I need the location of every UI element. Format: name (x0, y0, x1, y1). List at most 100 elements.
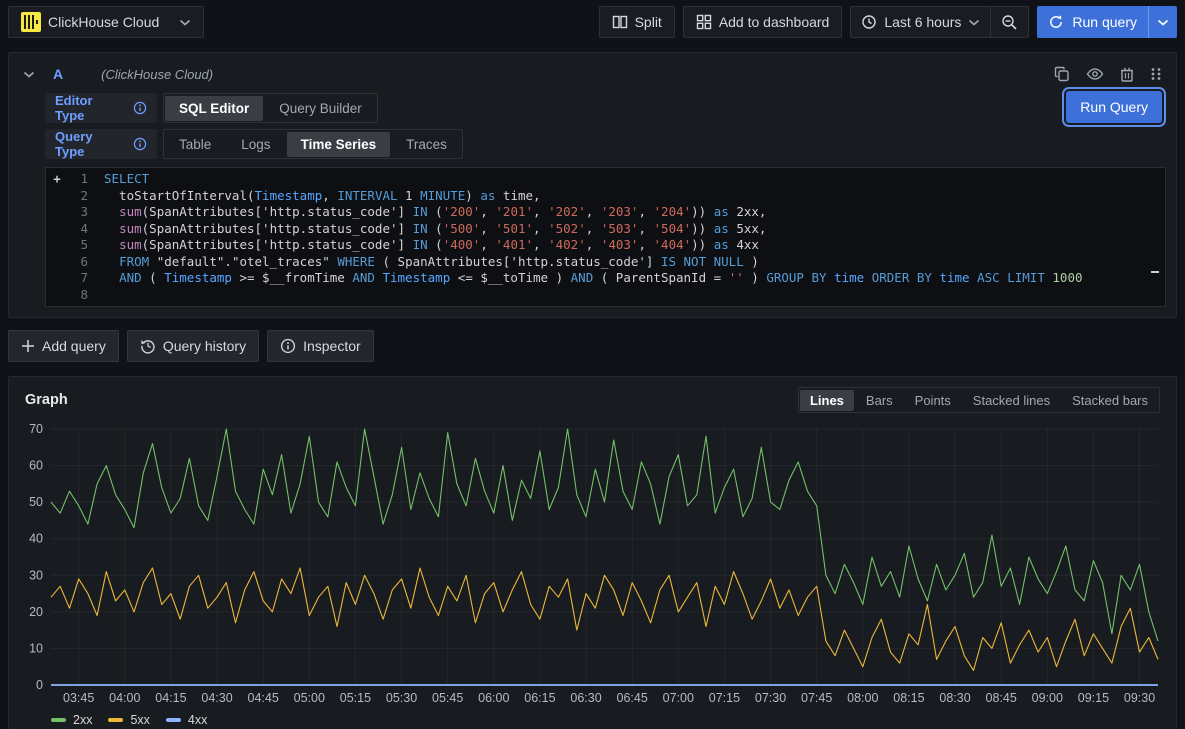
svg-text:60: 60 (29, 459, 43, 473)
legend-label: 5xx (130, 713, 149, 727)
svg-text:10: 10 (29, 641, 43, 655)
split-button[interactable]: Split (599, 6, 675, 38)
clickhouse-logo-icon (21, 12, 41, 32)
button-label: Query history (163, 338, 246, 354)
time-range-picker[interactable]: Last 6 hours (851, 7, 990, 37)
chart-legend: 2xx 5xx 4xx (17, 711, 1168, 727)
time-range-label: Last 6 hours (884, 14, 961, 30)
add-query-button[interactable]: Add query (8, 330, 119, 362)
svg-text:70: 70 (29, 422, 43, 436)
option-query-builder[interactable]: Query Builder (265, 96, 376, 121)
datasource-label: ClickHouse Cloud (48, 14, 159, 30)
graph-panel-title: Graph (25, 392, 68, 408)
legend-color-pill (166, 718, 181, 722)
info-icon[interactable] (133, 137, 147, 151)
datasource-picker[interactable]: ClickHouse Cloud (8, 6, 204, 38)
add-to-dashboard-button[interactable]: Add to dashboard (683, 6, 843, 38)
option-lines[interactable]: Lines (800, 390, 854, 411)
svg-text:07:00: 07:00 (663, 691, 694, 705)
inspector-button[interactable]: Inspector (267, 330, 374, 362)
svg-text:09:00: 09:00 (1032, 691, 1063, 705)
svg-text:05:00: 05:00 (294, 691, 325, 705)
svg-text:06:15: 06:15 (524, 691, 555, 705)
svg-text:04:45: 04:45 (248, 691, 279, 705)
legend-item-4xx[interactable]: 4xx (166, 713, 207, 727)
svg-text:08:45: 08:45 (986, 691, 1017, 705)
query-history-button[interactable]: Query history (127, 330, 259, 362)
code-line: 6 FROM "default"."otel_traces" WHERE ( S… (46, 254, 1165, 271)
svg-text:09:15: 09:15 (1078, 691, 1109, 705)
option-time-series[interactable]: Time Series (287, 132, 391, 157)
svg-text:03:45: 03:45 (63, 691, 94, 705)
svg-text:04:15: 04:15 (155, 691, 186, 705)
legend-color-pill (108, 718, 123, 722)
editor-type-segmented: SQL EditorQuery Builder (163, 93, 378, 123)
legend-color-pill (51, 718, 66, 722)
run-query-label: Run query (1072, 14, 1137, 30)
legend-label: 4xx (188, 713, 207, 727)
hide-response-eye-icon[interactable] (1086, 67, 1104, 81)
code-line: 8 (46, 287, 1165, 304)
code-line: 3 sum(SpanAttributes['http.status_code']… (46, 204, 1165, 221)
sync-icon (1048, 14, 1064, 30)
svg-text:08:15: 08:15 (893, 691, 924, 705)
split-label: Split (635, 14, 662, 30)
svg-text:0: 0 (36, 678, 43, 692)
code-line: 7 AND ( Timestamp >= $__fromTime AND Tim… (46, 270, 1165, 287)
legend-label: 2xx (73, 713, 92, 727)
chevron-down-icon (968, 19, 980, 26)
timeseries-chart[interactable]: 01020304050607003:4504:0004:1504:3004:45… (17, 417, 1168, 711)
top-toolbar: ClickHouse Cloud Split Add to dashboard … (0, 0, 1185, 44)
time-controls: Last 6 hours (850, 6, 1029, 38)
svg-text:05:45: 05:45 (432, 691, 463, 705)
sql-code-editor[interactable]: +1SELECT2 toStartOfInterval(Timestamp, I… (45, 167, 1166, 307)
option-bars[interactable]: Bars (856, 390, 903, 411)
chevron-down-icon (1157, 19, 1169, 26)
svg-text:08:30: 08:30 (939, 691, 970, 705)
drag-handle-icon[interactable] (1150, 67, 1162, 81)
query-actions-row: Add query Query history Inspector (8, 330, 1177, 362)
option-sql-editor[interactable]: SQL Editor (165, 96, 263, 121)
svg-text:08:00: 08:00 (847, 691, 878, 705)
text-cursor (1151, 271, 1159, 273)
run-query-dropdown[interactable] (1148, 6, 1177, 38)
option-points[interactable]: Points (905, 390, 961, 411)
code-line: 4 sum(SpanAttributes['http.status_code']… (46, 221, 1165, 238)
option-table[interactable]: Table (165, 132, 225, 157)
code-line: 5 sum(SpanAttributes['http.status_code']… (46, 237, 1165, 254)
remove-query-trash-icon[interactable] (1120, 66, 1134, 82)
query-datasource-hint: (ClickHouse Cloud) (101, 67, 213, 82)
collapse-chevron-icon[interactable] (23, 71, 35, 78)
svg-text:20: 20 (29, 605, 43, 619)
run-query-split-button: Run query (1037, 6, 1177, 38)
query-editor-panel: A (ClickHouse Cloud) Editor Type (8, 52, 1177, 318)
svg-text:07:15: 07:15 (709, 691, 740, 705)
info-icon[interactable] (133, 101, 147, 115)
legend-item-2xx[interactable]: 2xx (51, 713, 92, 727)
history-icon (140, 338, 156, 354)
copy-query-icon[interactable] (1054, 66, 1070, 82)
svg-text:05:30: 05:30 (386, 691, 417, 705)
run-query-button[interactable]: Run query (1037, 6, 1148, 38)
svg-text:07:45: 07:45 (801, 691, 832, 705)
svg-text:05:15: 05:15 (340, 691, 371, 705)
query-row-header[interactable]: A (ClickHouse Cloud) (19, 59, 1166, 89)
code-line: +1SELECT (46, 171, 1165, 188)
chart-svg[interactable]: 01020304050607003:4504:0004:1504:3004:45… (17, 417, 1168, 711)
svg-text:06:45: 06:45 (617, 691, 648, 705)
legend-item-5xx[interactable]: 5xx (108, 713, 149, 727)
run-query-panel-button[interactable]: Run Query (1066, 91, 1162, 123)
option-stacked-lines[interactable]: Stacked lines (963, 390, 1060, 411)
graph-panel: Graph LinesBarsPointsStacked linesStacke… (8, 376, 1177, 729)
svg-text:40: 40 (29, 532, 43, 546)
option-traces[interactable]: Traces (392, 132, 461, 157)
svg-text:06:30: 06:30 (570, 691, 601, 705)
editor-type-label: Editor Type (45, 93, 157, 123)
split-icon (612, 14, 628, 30)
add-to-dashboard-icon (696, 14, 712, 30)
zoom-out-button[interactable] (990, 7, 1028, 37)
option-stacked-bars[interactable]: Stacked bars (1062, 390, 1158, 411)
chevron-down-icon (179, 19, 191, 26)
svg-text:30: 30 (29, 568, 43, 582)
option-logs[interactable]: Logs (227, 132, 284, 157)
